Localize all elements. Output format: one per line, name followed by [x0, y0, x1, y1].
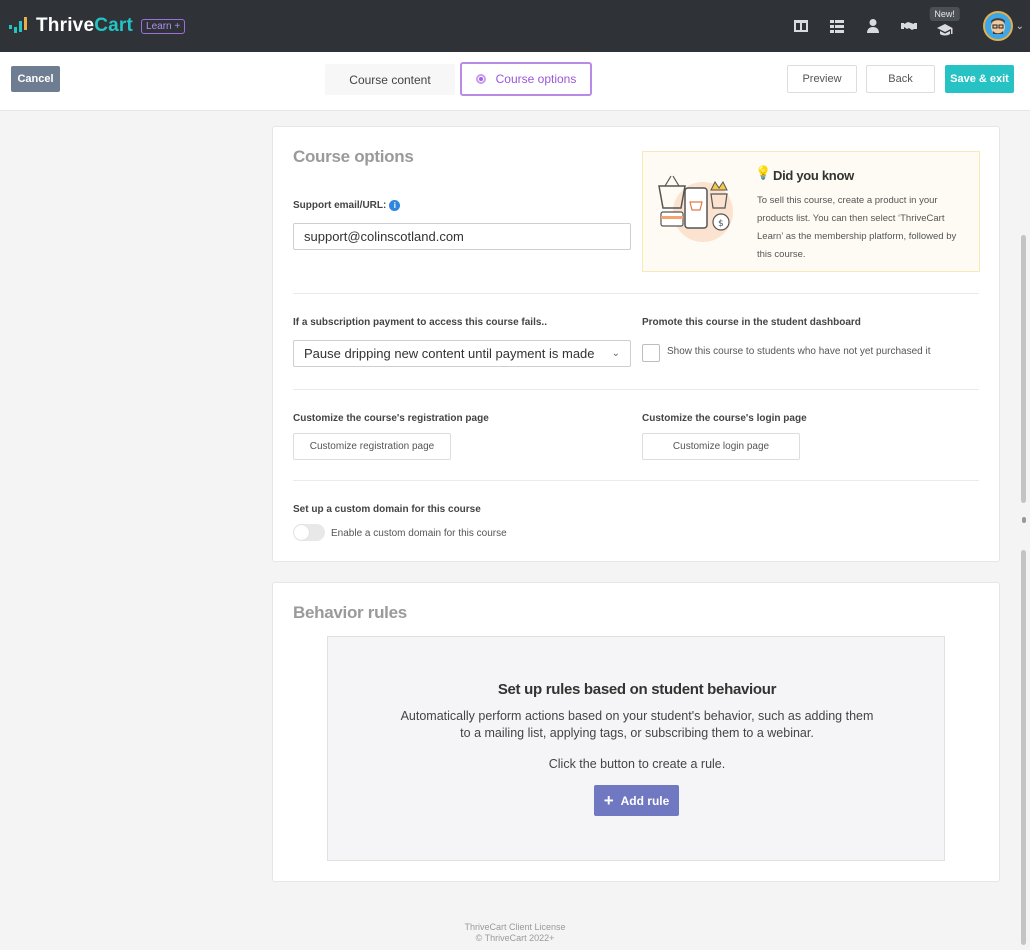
did-you-know-panel: $ 💡 Did you know To sell this course, cr… — [642, 151, 980, 272]
footer-copyright: © ThriveCart 2022+ — [475, 933, 555, 943]
shopping-illustration-icon: $ — [658, 175, 733, 242]
radio-selected-icon — [475, 74, 486, 84]
save-exit-button[interactable]: Save & exit — [945, 65, 1014, 93]
promote-checkbox-label[interactable]: Show this course to students who have no… — [667, 346, 931, 357]
rules-hint: Click the button to create a rule. — [548, 757, 726, 771]
learn-badge: Learn + — [141, 18, 186, 34]
logo-bars-icon — [9, 17, 27, 33]
nav-icons: New! ⌄ — [783, 0, 1030, 52]
payment-fail-select[interactable]: Pause dripping new content until payment… — [293, 340, 631, 367]
scrollbar-thumb[interactable] — [1021, 235, 1026, 503]
section-divider — [293, 389, 979, 390]
lightbulb-icon: 💡 — [755, 165, 772, 180]
page-footer: ThriveCart Client License © ThriveCart 2… — [0, 922, 1030, 944]
nav-customers[interactable] — [855, 8, 891, 44]
back-button[interactable]: Back — [866, 65, 935, 93]
logo-text: ThriveCart — [36, 15, 133, 37]
login-label: Customize the course's login page — [642, 413, 807, 424]
new-badge: New! — [929, 7, 960, 21]
chevron-down-icon[interactable]: ⌄ — [1016, 21, 1024, 32]
payment-fail-value: Pause dripping new content until payment… — [304, 346, 595, 361]
scrollbar-thumb-secondary[interactable] — [1021, 550, 1026, 945]
rules-empty-state: Set up rules based on student behaviour … — [327, 636, 945, 861]
svg-text:$: $ — [718, 219, 724, 229]
payment-fail-label: If a subscription payment to access this… — [293, 317, 547, 328]
plus-icon: + — [603, 790, 614, 810]
add-rule-button[interactable]: + Add rule — [594, 785, 679, 816]
section-divider — [293, 293, 979, 294]
list-icon — [829, 20, 844, 33]
support-email-input[interactable]: support@colinscotland.com — [293, 223, 631, 250]
nav-dashboard[interactable] — [783, 8, 819, 44]
cancel-button[interactable]: Cancel — [11, 66, 60, 92]
preview-button[interactable]: Preview — [787, 65, 857, 93]
section-divider — [293, 480, 979, 481]
graduation-cap-icon — [936, 24, 953, 36]
domain-label: Set up a custom domain for this course — [293, 504, 481, 515]
behavior-rules-card: Behavior rules Set up rules based on stu… — [272, 582, 1000, 882]
behavior-rules-title: Behavior rules — [293, 603, 407, 622]
top-navbar: ThriveCart Learn + New! ⌄ — [0, 0, 1030, 52]
promote-label: Promote this course in the student dashb… — [642, 317, 861, 328]
custom-domain-toggle[interactable] — [293, 524, 325, 541]
tab-course-options[interactable]: Course options — [460, 62, 592, 96]
nav-products[interactable] — [819, 8, 855, 44]
avatar-face-icon — [984, 13, 1011, 39]
user-avatar[interactable] — [982, 11, 1013, 41]
course-options-card: Course options Support email/URL: i suppo… — [272, 126, 1000, 562]
tab-course-options-label: Course options — [495, 72, 577, 86]
chevron-down-icon: ⌄ — [611, 348, 620, 359]
custom-domain-toggle-label[interactable]: Enable a custom domain for this course — [331, 528, 507, 539]
nav-learn[interactable]: New! — [927, 7, 963, 44]
user-icon — [866, 19, 879, 33]
support-email-label-text: Support email/URL: — [293, 200, 387, 212]
promote-checkbox[interactable] — [642, 344, 660, 362]
registration-label: Customize the course's registration page — [293, 413, 489, 424]
course-options-title: Course options — [293, 147, 414, 166]
logo-text-thrive: Thrive — [36, 15, 95, 36]
rules-empty-title: Set up rules based on student behaviour — [497, 681, 777, 698]
logo-text-cart: Cart — [94, 15, 134, 36]
nav-affiliates[interactable] — [891, 8, 927, 44]
add-rule-label: Add rule — [620, 793, 670, 808]
action-bar: Cancel Course content Course options Pre… — [0, 52, 1030, 111]
layout-icon — [793, 20, 808, 32]
thrivecart-logo[interactable]: ThriveCart Learn + — [8, 15, 186, 37]
handshake-icon — [900, 22, 917, 30]
footer-license: ThriveCart Client License — [464, 922, 566, 932]
customize-registration-button[interactable]: Customize registration page — [293, 433, 451, 460]
scrollbar-marker — [1022, 517, 1026, 523]
tab-course-content[interactable]: Course content — [325, 64, 455, 95]
info-icon[interactable]: i — [389, 200, 401, 211]
customize-login-button[interactable]: Customize login page — [642, 433, 800, 460]
support-email-label: Support email/URL: i — [293, 200, 401, 212]
did-you-know-title: Did you know — [773, 168, 854, 183]
rules-empty-description: Automatically perform actions based on y… — [400, 709, 874, 740]
did-you-know-text: To sell this course, create a product in… — [757, 195, 957, 260]
